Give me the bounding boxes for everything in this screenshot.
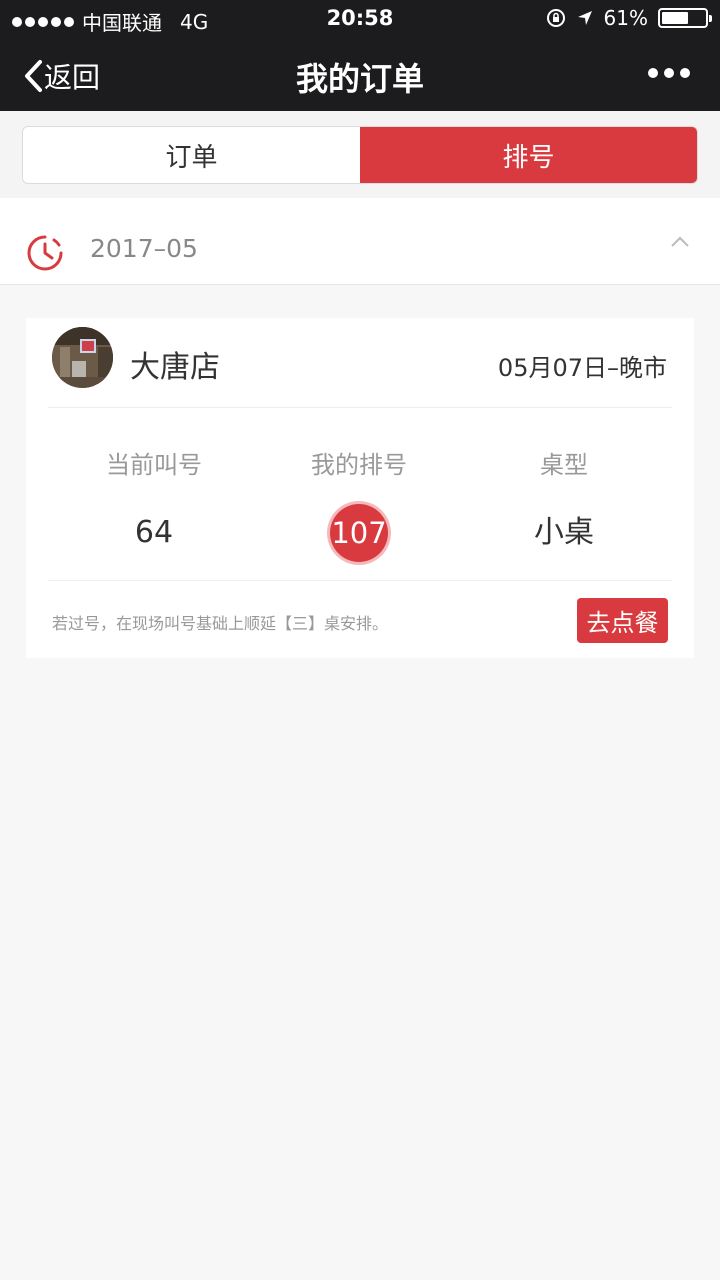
more-menu-button[interactable] [648,68,690,78]
table-type-column: 桌型 小桌 [464,445,664,558]
table-type-value: 小桌 [534,515,594,550]
tabs-area: 订单 排号 [0,111,720,198]
segmented-tabs: 订单 排号 [22,126,698,184]
more-dot-icon [680,68,690,78]
my-number-wrap: 107 [259,504,459,562]
store-avatar [52,327,113,388]
rotation-lock-icon [546,9,565,27]
queue-note: 若过号，在现场叫号基础上顺延【三】桌安排。 [52,614,389,633]
go-order-button[interactable]: 去点餐 [577,598,668,643]
queue-date: 05月07日–晚市 [497,354,667,382]
table-type-label: 桌型 [540,451,588,479]
more-dot-icon [648,68,658,78]
store-name: 大唐店 [130,350,220,385]
queue-card: 大唐店 05月07日–晚市 当前叫号 64 我的排号 107 桌型 小桌 若过号… [26,318,694,658]
battery-percent: 61% [603,6,648,30]
navigation-bar: 返回 我的订单 [0,38,720,111]
tab-orders[interactable]: 订单 [23,127,360,183]
status-bar: 中国联通 4G 20:58 61% [0,0,720,38]
tab-queue[interactable]: 排号 [360,127,697,183]
battery-fill [662,12,688,24]
my-number-badge: 107 [330,504,388,562]
current-call-label: 当前叫号 [106,451,202,479]
divider [48,580,672,581]
more-dot-icon [664,68,674,78]
my-number-column: 我的排号 107 [259,445,459,562]
divider [48,407,672,408]
chevron-up-icon[interactable] [670,236,690,248]
clock-icon [27,235,63,271]
page-title: 我的订单 [295,60,424,98]
battery-icon [658,8,712,28]
my-number-label: 我的排号 [311,451,407,479]
month-header[interactable]: 2017–05 [0,198,720,285]
current-call-column: 当前叫号 64 [54,445,254,558]
location-arrow-icon [577,11,592,25]
month-label: 2017–05 [90,234,198,263]
status-right: 61% [546,6,712,30]
current-call-value: 64 [134,515,174,550]
